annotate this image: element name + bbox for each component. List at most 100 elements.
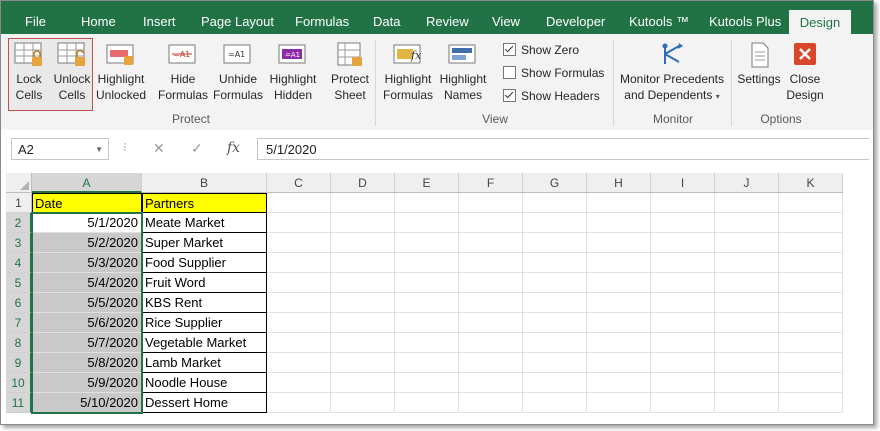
- cell-d9[interactable]: [331, 353, 395, 373]
- cell-c10[interactable]: [267, 373, 331, 393]
- cell-k9[interactable]: [779, 353, 843, 373]
- cell-g5[interactable]: [523, 273, 587, 293]
- cell-f2[interactable]: [459, 213, 523, 233]
- cell-c3[interactable]: [267, 233, 331, 253]
- tab-formulas[interactable]: Formulas: [295, 1, 349, 34]
- row-header-5[interactable]: 5: [6, 273, 32, 293]
- chevron-down-icon[interactable]: ▼: [95, 139, 103, 161]
- cell-a8-date[interactable]: 5/7/2020: [32, 333, 142, 353]
- highlight-unlocked-button[interactable]: Highlight Unlocked: [95, 42, 147, 103]
- cell-b5-partner[interactable]: Fruit Word: [142, 273, 267, 293]
- cell-d11[interactable]: [331, 393, 395, 413]
- cell-h3[interactable]: [587, 233, 651, 253]
- column-header-k[interactable]: K: [779, 173, 843, 193]
- cell-f3[interactable]: [459, 233, 523, 253]
- tab-kutools[interactable]: Kutools ™: [629, 1, 689, 34]
- cell-i7[interactable]: [651, 313, 715, 333]
- cell-d3[interactable]: [331, 233, 395, 253]
- column-header-h[interactable]: H: [587, 173, 651, 193]
- row-header-9[interactable]: 9: [6, 353, 32, 373]
- highlight-names-button[interactable]: Highlight Names: [436, 42, 490, 103]
- settings-button[interactable]: Settings: [735, 42, 783, 87]
- tab-developer[interactable]: Developer: [546, 1, 605, 34]
- row-header-2[interactable]: 2: [6, 213, 32, 233]
- cell-g1[interactable]: [523, 193, 587, 213]
- cell-a7-date[interactable]: 5/6/2020: [32, 313, 142, 333]
- show-headers-check-box[interactable]: [503, 89, 516, 102]
- cell-b11-partner[interactable]: Dessert Home: [142, 393, 267, 413]
- cell-c7[interactable]: [267, 313, 331, 333]
- highlight-hidden-button[interactable]: =A1 Highlight Hidden: [266, 42, 320, 103]
- cell-k7[interactable]: [779, 313, 843, 333]
- cell-i5[interactable]: [651, 273, 715, 293]
- cell-d6[interactable]: [331, 293, 395, 313]
- cell-j3[interactable]: [715, 233, 779, 253]
- cell-d4[interactable]: [331, 253, 395, 273]
- cell-a1-date-header[interactable]: Date: [32, 193, 142, 213]
- cell-j5[interactable]: [715, 273, 779, 293]
- cell-j6[interactable]: [715, 293, 779, 313]
- name-box[interactable]: A2 ▼: [11, 138, 109, 160]
- cell-i9[interactable]: [651, 353, 715, 373]
- cell-b3-partner[interactable]: Super Market: [142, 233, 267, 253]
- show-zero-checkbox[interactable]: Show Zero: [503, 42, 579, 58]
- hide-formulas-button[interactable]: =A1 Hide Formulas: [157, 42, 209, 103]
- cell-a3-date[interactable]: 5/2/2020: [32, 233, 142, 253]
- cell-e7[interactable]: [395, 313, 459, 333]
- cell-b1-partners-header[interactable]: Partners: [142, 193, 267, 213]
- show-formulas-checkbox[interactable]: Show Formulas: [503, 65, 604, 81]
- cell-a11-date[interactable]: 5/10/2020: [32, 393, 142, 413]
- cell-k10[interactable]: [779, 373, 843, 393]
- row-header-1[interactable]: 1: [6, 193, 32, 213]
- show-formulas-check-box[interactable]: [503, 66, 516, 79]
- unhide-formulas-button[interactable]: =A1 Unhide Formulas: [211, 42, 265, 103]
- monitor-precedents-dependents-button[interactable]: Monitor Precedents and Dependents ▾: [617, 42, 727, 105]
- cell-g7[interactable]: [523, 313, 587, 333]
- cell-e6[interactable]: [395, 293, 459, 313]
- cell-i8[interactable]: [651, 333, 715, 353]
- row-header-7[interactable]: 7: [6, 313, 32, 333]
- tab-kutools-plus[interactable]: Kutools Plus: [709, 1, 781, 34]
- cell-h1[interactable]: [587, 193, 651, 213]
- cell-c9[interactable]: [267, 353, 331, 373]
- cell-i6[interactable]: [651, 293, 715, 313]
- column-header-j[interactable]: J: [715, 173, 779, 193]
- cell-i3[interactable]: [651, 233, 715, 253]
- cell-i1[interactable]: [651, 193, 715, 213]
- tab-file[interactable]: File: [25, 1, 46, 34]
- cell-j1[interactable]: [715, 193, 779, 213]
- row-header-11[interactable]: 11: [6, 393, 32, 413]
- column-header-f[interactable]: F: [459, 173, 523, 193]
- cell-e1[interactable]: [395, 193, 459, 213]
- show-headers-checkbox[interactable]: Show Headers: [503, 88, 600, 104]
- cell-k1[interactable]: [779, 193, 843, 213]
- cell-h10[interactable]: [587, 373, 651, 393]
- cell-c6[interactable]: [267, 293, 331, 313]
- cell-g9[interactable]: [523, 353, 587, 373]
- column-header-i[interactable]: I: [651, 173, 715, 193]
- cell-g11[interactable]: [523, 393, 587, 413]
- column-header-a[interactable]: A: [32, 173, 142, 193]
- cell-b9-partner[interactable]: Lamb Market: [142, 353, 267, 373]
- cell-e5[interactable]: [395, 273, 459, 293]
- cell-f7[interactable]: [459, 313, 523, 333]
- cell-d10[interactable]: [331, 373, 395, 393]
- highlight-formulas-button[interactable]: fx Highlight Formulas: [381, 42, 435, 103]
- tab-review[interactable]: Review: [426, 1, 469, 34]
- cell-c5[interactable]: [267, 273, 331, 293]
- cell-f9[interactable]: [459, 353, 523, 373]
- cell-j7[interactable]: [715, 313, 779, 333]
- cell-e4[interactable]: [395, 253, 459, 273]
- tab-data[interactable]: Data: [373, 1, 400, 34]
- cell-c1[interactable]: [267, 193, 331, 213]
- cancel-icon[interactable]: ✕: [153, 140, 165, 157]
- row-header-8[interactable]: 8: [6, 333, 32, 353]
- cell-h8[interactable]: [587, 333, 651, 353]
- cell-e3[interactable]: [395, 233, 459, 253]
- cell-b4-partner[interactable]: Food Supplier: [142, 253, 267, 273]
- row-header-4[interactable]: 4: [6, 253, 32, 273]
- cell-k5[interactable]: [779, 273, 843, 293]
- cell-g2[interactable]: [523, 213, 587, 233]
- tab-home[interactable]: Home: [81, 1, 116, 34]
- cell-j2[interactable]: [715, 213, 779, 233]
